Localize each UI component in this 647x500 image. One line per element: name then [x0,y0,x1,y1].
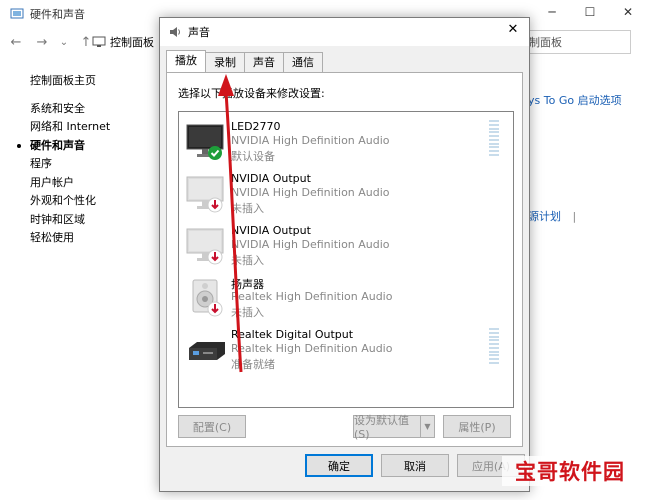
monitor-unplugged-icon [186,176,224,213]
device-name: Realtek Digital Output [231,328,354,341]
sidebar-item-appearance[interactable]: 外观和个性化 [30,192,110,211]
link-separator: | [572,210,577,223]
power-plan-link[interactable]: 源计划 [528,210,561,223]
instruction-text: 选择以下播放设备来修改设置: [178,87,325,100]
device-driver: NVIDIA High Definition Audio [231,186,390,199]
sidebar-item-clock-region[interactable]: 时钟和区域 [30,211,110,230]
bg-window-title: 硬件和声音 [30,8,85,21]
sidebar-item-user-accounts[interactable]: 用户帐户 [30,174,110,193]
device-driver: NVIDIA High Definition Audio [231,134,390,147]
speaker-icon [170,27,180,37]
cancel-button[interactable]: 取消 [381,454,449,477]
sidebar-item-programs[interactable]: 程序 [30,155,110,174]
set-default-button[interactable]: 设为默认值(S) ▼ [353,414,435,441]
tab-playback[interactable]: 播放 [166,50,206,72]
volume-meter [489,328,499,364]
sound-dialog: 声音 ✕ 播放 录制 声音 通信 选择以下播放设备来修改设置: LED2770 … [159,17,530,492]
autoplay-link[interactable]: ys To Go 启动选项 [528,92,622,108]
sidebar-item-system-security[interactable]: 系统和安全 [30,100,110,119]
device-button-row: 配置(C) 设为默认值(S) ▼ 属性(P) [178,414,514,441]
device-name: NVIDIA Output [231,172,311,185]
power-plan-link-row: 源计划 | [528,208,576,224]
properties-button[interactable]: 属性(P) [443,415,511,438]
device-driver: Realtek High Definition Audio [231,342,393,355]
volume-meter [489,120,499,156]
device-item[interactable]: NVIDIA Output NVIDIA High Definition Aud… [179,220,513,272]
ok-button[interactable]: 确定 [305,454,373,477]
control-panel-icon [10,8,24,19]
device-item[interactable]: Realtek Digital Output Realtek High Defi… [179,324,513,376]
device-item[interactable]: 扬声器 Realtek High Definition Audio 未插入 [179,272,513,324]
forward-button[interactable]: → [32,35,52,50]
dialog-title: 声音 [188,26,210,39]
chevron-down-icon[interactable]: ▼ [420,416,434,437]
device-status: 未插入 [231,306,264,319]
tab-communications[interactable]: 通信 [283,52,323,72]
control-panel-icon [92,36,106,47]
device-driver: Realtek High Definition Audio [231,290,393,303]
device-item[interactable]: LED2770 NVIDIA High Definition Audio 默认设… [179,116,513,168]
set-default-label: 设为默认值(S) [354,414,409,441]
sidebar-item-home[interactable]: 控制面板主页 [30,72,110,91]
maximize-button[interactable]: ☐ [571,0,609,24]
watermark-logo: 宝哥软件园 [502,456,638,486]
device-item[interactable]: NVIDIA Output NVIDIA High Definition Aud… [179,168,513,220]
address-bar[interactable]: 控制面板 [92,30,162,54]
device-driver: NVIDIA High Definition Audio [231,238,390,251]
tab-strip: 播放 录制 声音 通信 [166,50,323,72]
dialog-close-button[interactable]: ✕ [503,22,523,37]
device-name: NVIDIA Output [231,224,311,237]
recent-dropdown[interactable]: ⌄ [58,37,70,48]
window-controls: ─ ☐ ✕ [533,0,647,24]
tab-recording[interactable]: 录制 [205,52,245,72]
dialog-footer: 确定 取消 应用(A) [160,454,529,478]
sidebar: 控制面板主页 系统和安全 网络和 Internet 硬件和声音 程序 用户帐户 … [16,72,110,248]
device-status: 准备就绪 [231,358,275,371]
sidebar-item-hardware-sound[interactable]: 硬件和声音 [16,137,110,156]
speaker-unplugged-icon [192,279,223,317]
digital-output-icon [189,342,225,360]
dialog-titlebar: 声音 [160,18,529,46]
sidebar-item-ease-of-access[interactable]: 轻松使用 [30,229,110,248]
device-list: LED2770 NVIDIA High Definition Audio 默认设… [178,111,514,408]
breadcrumb-control-panel[interactable]: 控制面板 [110,34,154,50]
configure-button[interactable]: 配置(C) [178,415,246,438]
device-name: LED2770 [231,120,281,133]
tab-sounds[interactable]: 声音 [244,52,284,72]
device-status: 未插入 [231,254,264,267]
close-button[interactable]: ✕ [609,0,647,24]
playback-panel: 选择以下播放设备来修改设置: LED2770 NVIDIA High Defin… [166,72,523,447]
sidebar-item-network[interactable]: 网络和 Internet [30,118,110,137]
device-status: 未插入 [231,202,264,215]
monitor-unplugged-icon [186,228,224,265]
back-button[interactable]: ← [6,35,26,50]
monitor-default-icon [186,124,224,160]
device-status: 默认设备 [231,150,275,163]
minimize-button[interactable]: ─ [533,0,571,24]
